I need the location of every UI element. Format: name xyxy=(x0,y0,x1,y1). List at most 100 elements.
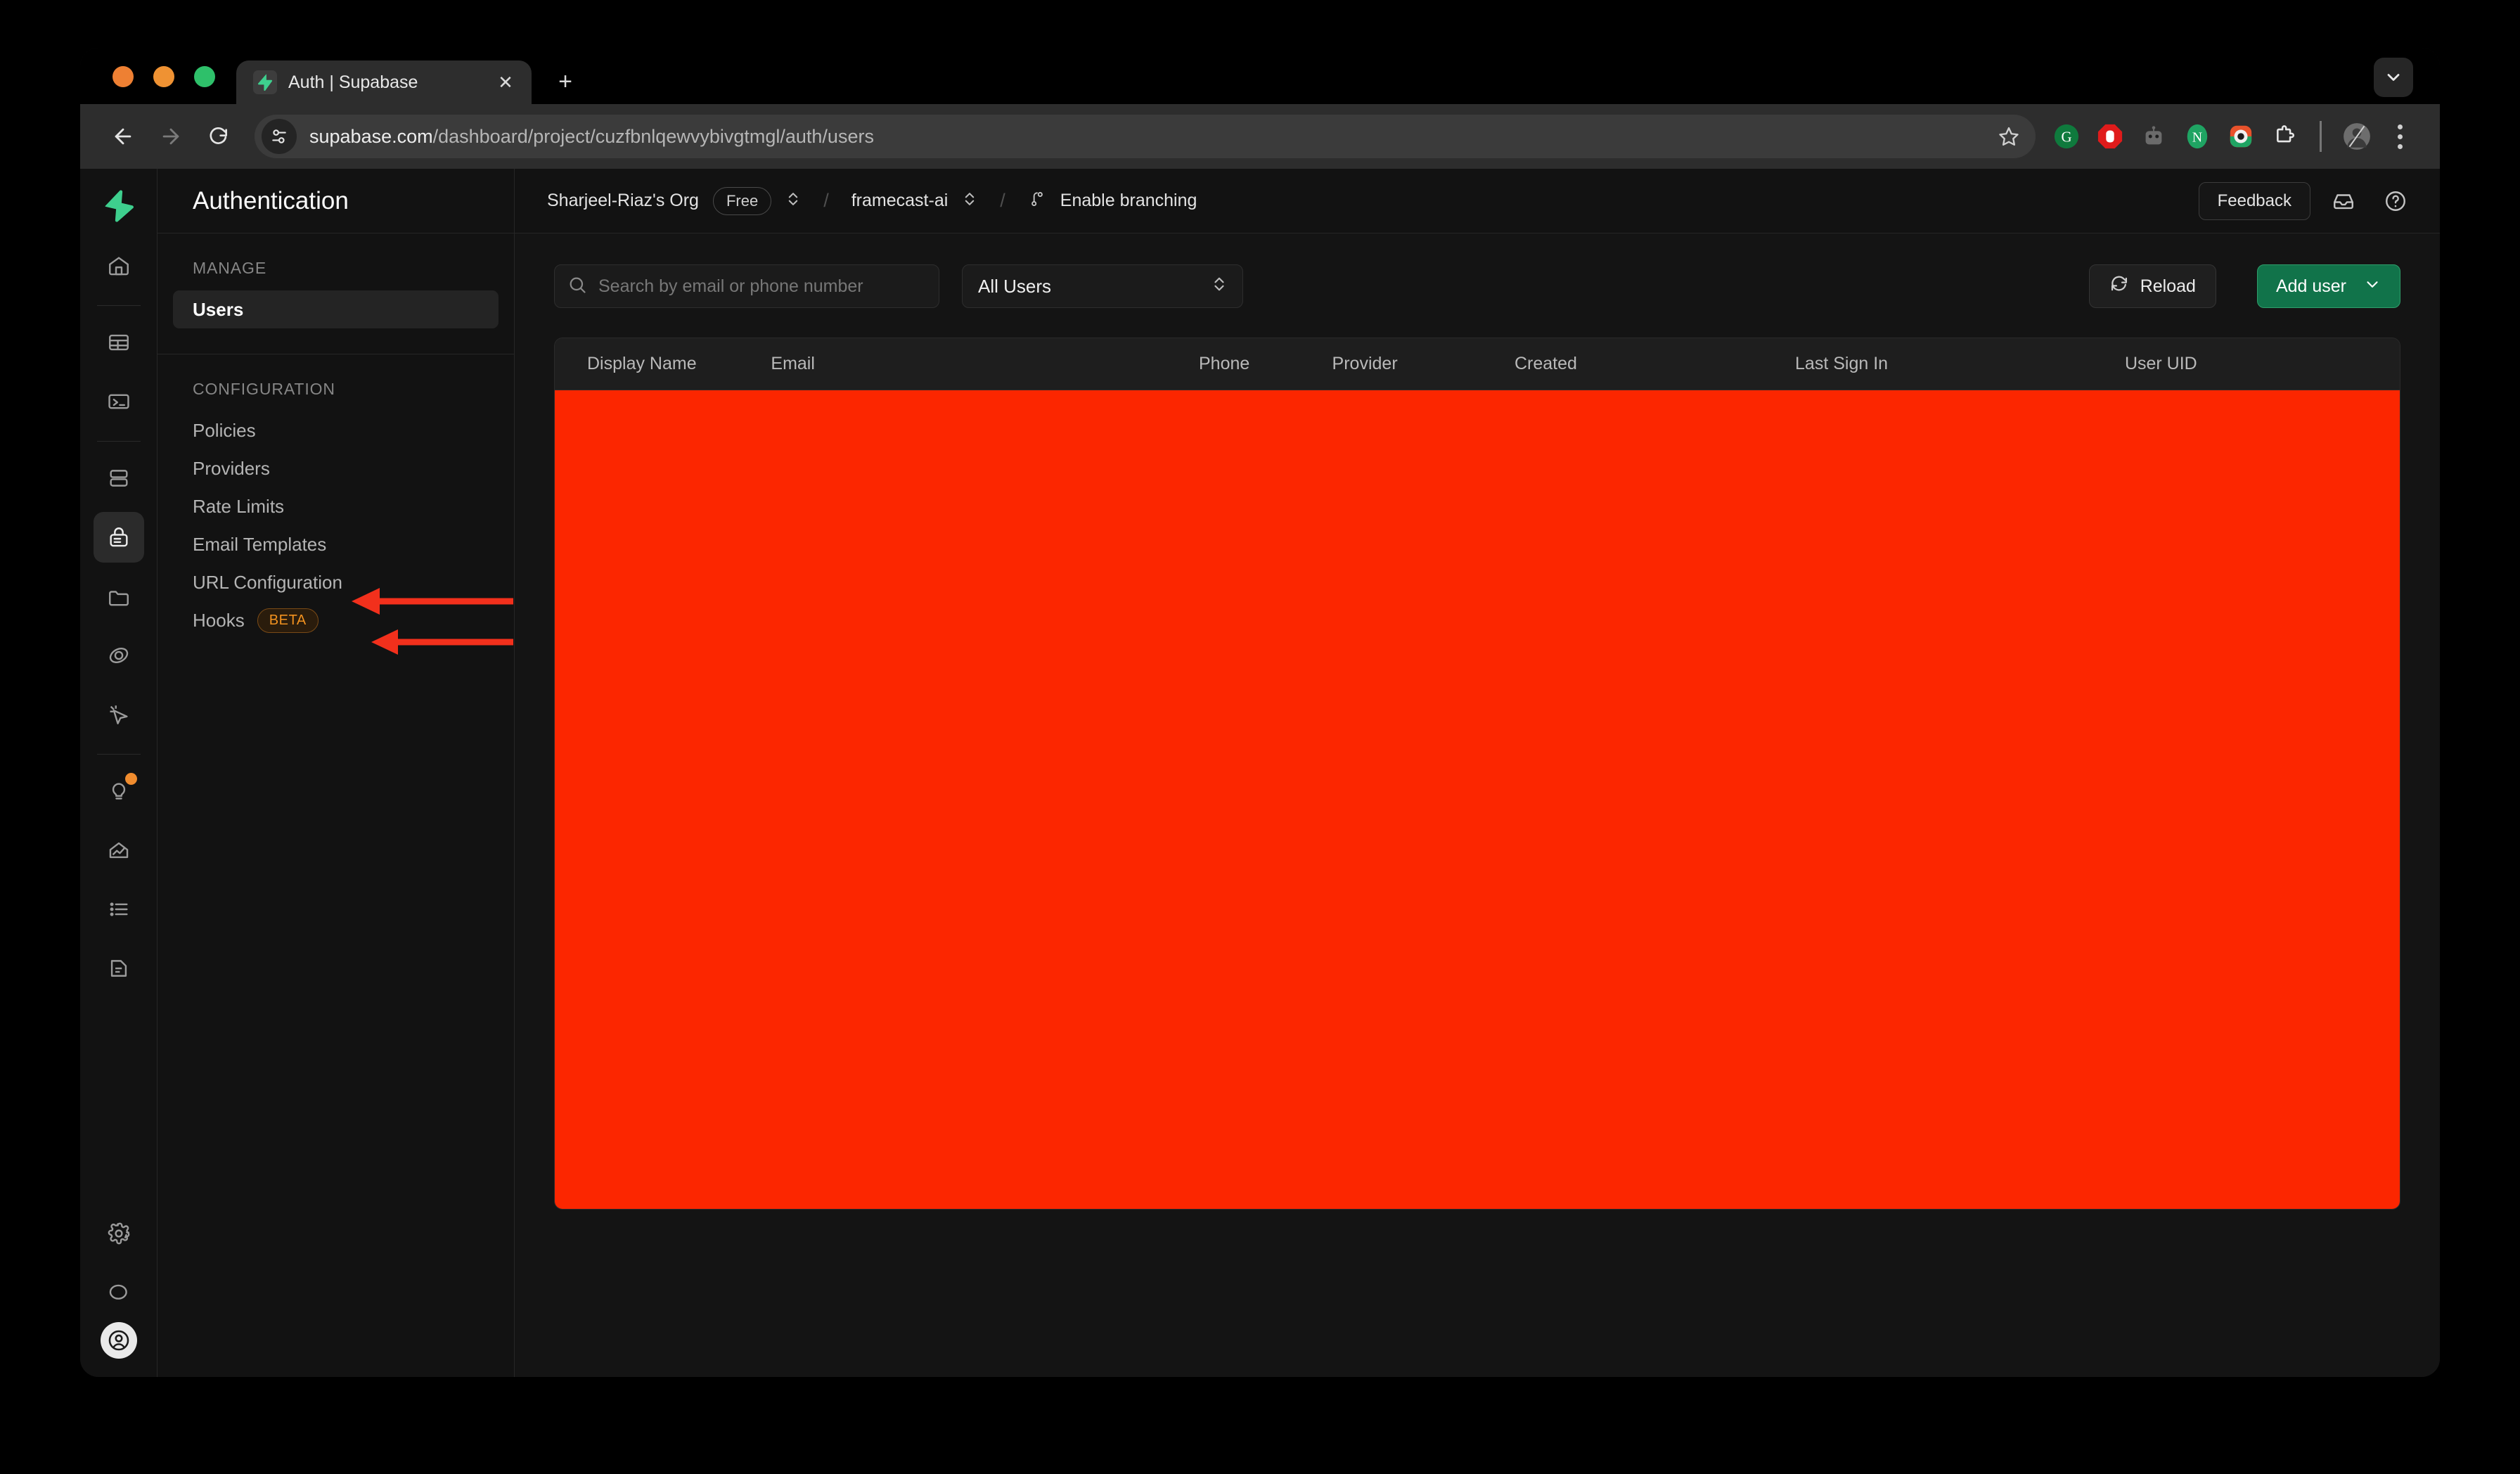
api-docs-icon[interactable] xyxy=(94,943,144,994)
arrow-right-icon[interactable] xyxy=(149,115,193,158)
status-badge: BETA xyxy=(257,608,319,633)
users-table: Display Name Email Phone Provider Create… xyxy=(554,338,2400,1210)
sidebar-item-policies[interactable]: Policies xyxy=(173,411,499,449)
rail-divider xyxy=(96,305,141,306)
logs-list-icon[interactable] xyxy=(94,884,144,935)
inbox-icon[interactable] xyxy=(2325,182,2362,220)
sidebar-section-configuration: CONFIGURATION Policies Providers Rate Li… xyxy=(158,354,514,639)
user-filter-select[interactable]: All Users xyxy=(962,264,1243,308)
add-user-label: Add user xyxy=(2275,276,2346,296)
column-header-provider[interactable]: Provider xyxy=(1327,354,1509,374)
chevron-updown-icon xyxy=(1211,274,1227,299)
supabase-logo-icon xyxy=(253,70,277,94)
home-icon[interactable] xyxy=(94,241,144,291)
column-header-display-name[interactable]: Display Name xyxy=(555,354,765,374)
reports-chart-icon[interactable] xyxy=(94,825,144,876)
profile-avatar-icon[interactable] xyxy=(2341,121,2372,152)
user-avatar-icon[interactable] xyxy=(100,1322,137,1359)
grammarly-extension-icon[interactable]: G xyxy=(2051,121,2082,152)
breadcrumb-separator: / xyxy=(1000,190,1005,211)
column-header-user-uid[interactable]: User UID xyxy=(2119,354,2400,374)
database-icon[interactable] xyxy=(94,453,144,504)
column-header-created[interactable]: Created xyxy=(1509,354,1789,374)
git-branch-icon[interactable] xyxy=(1028,189,1046,212)
sidebar-item-rate-limits[interactable]: Rate Limits xyxy=(173,487,499,525)
users-toolbar: All Users Reload Add user xyxy=(554,264,2400,308)
realtime-icon[interactable] xyxy=(94,689,144,740)
extensions-puzzle-icon[interactable] xyxy=(2269,121,2300,152)
chevron-down-icon[interactable] xyxy=(2374,58,2413,97)
browser-toolbar: supabase.com/dashboard/project/cuzfbnlqe… xyxy=(80,104,2440,169)
url-path: /dashboard/project/cuzfbnlqewvybivgtmgl/… xyxy=(432,125,874,147)
robot-extension-icon[interactable] xyxy=(2138,121,2169,152)
sidebar-section-manage: MANAGE Users xyxy=(158,233,514,328)
screen-recorder-extension-icon[interactable] xyxy=(2225,121,2256,152)
edge-functions-icon[interactable] xyxy=(94,630,144,681)
browser-window: Auth | Supabase ✕ + supabase.com/dashboa… xyxy=(80,48,2440,1377)
svg-text:N: N xyxy=(2192,130,2202,146)
add-user-button[interactable]: Add user xyxy=(2256,264,2400,308)
rail-divider xyxy=(96,754,141,755)
minimize-window-button[interactable] xyxy=(153,66,174,87)
plan-badge: Free xyxy=(712,186,772,215)
reload-label: Reload xyxy=(2140,276,2196,296)
storage-icon[interactable] xyxy=(94,571,144,622)
sidebar-item-providers[interactable]: Providers xyxy=(173,449,499,487)
chevron-updown-icon[interactable] xyxy=(962,190,977,212)
breadcrumb-separator: / xyxy=(823,190,829,211)
main-content: Sharjeel-Riaz's Org Free / framecast-ai … xyxy=(515,169,2440,1377)
kebab-menu-icon[interactable] xyxy=(2384,117,2416,156)
search-input[interactable] xyxy=(598,276,926,297)
breadcrumb-org[interactable]: Sharjeel-Riaz's Org xyxy=(547,191,699,211)
sidebar-section-label: CONFIGURATION xyxy=(193,380,335,398)
search-icon xyxy=(567,275,587,298)
breadcrumb-project[interactable]: framecast-ai xyxy=(851,191,949,211)
search-input-wrapper[interactable] xyxy=(554,264,939,308)
window-controls[interactable] xyxy=(80,66,215,104)
help-circle-icon[interactable] xyxy=(2377,182,2415,220)
close-window-button[interactable] xyxy=(112,66,134,87)
star-icon[interactable] xyxy=(1989,117,2029,156)
sql-editor-icon[interactable] xyxy=(94,376,144,427)
sidebar-item-label: Rate Limits xyxy=(193,495,285,517)
column-header-email[interactable]: Email xyxy=(765,354,1193,374)
users-page: All Users Reload Add user xyxy=(515,233,2440,1377)
enable-branching-link[interactable]: Enable branching xyxy=(1060,191,1197,211)
user-filter-value: All Users xyxy=(978,275,1052,297)
sidebar-item-label: URL Configuration xyxy=(193,571,342,593)
authentication-lock-icon[interactable] xyxy=(93,512,144,563)
url-text: supabase.com/dashboard/project/cuzfbnlqe… xyxy=(309,126,1989,148)
address-bar[interactable]: supabase.com/dashboard/project/cuzfbnlqe… xyxy=(255,115,2036,158)
sidebar-item-url-configuration[interactable]: URL Configuration xyxy=(173,563,499,601)
feedback-button[interactable]: Feedback xyxy=(2198,181,2310,220)
sidebar-item-users[interactable]: Users xyxy=(173,290,499,328)
reload-button[interactable]: Reload xyxy=(2088,264,2216,308)
page-title: Authentication xyxy=(158,169,514,233)
site-settings-icon[interactable] xyxy=(262,119,297,154)
browser-tab[interactable]: Auth | Supabase ✕ xyxy=(236,60,532,104)
arrow-left-icon[interactable] xyxy=(101,115,145,158)
search-icon[interactable] xyxy=(94,1267,144,1318)
sidebar-item-label: Hooks xyxy=(193,609,245,631)
close-icon[interactable]: ✕ xyxy=(494,70,518,94)
reload-icon[interactable] xyxy=(197,115,240,158)
adblock-extension-icon[interactable] xyxy=(2095,121,2126,152)
advisors-lightbulb-icon[interactable] xyxy=(94,766,144,816)
new-tab-button[interactable]: + xyxy=(548,65,582,98)
column-header-last-sign-in[interactable]: Last Sign In xyxy=(1789,354,2119,374)
column-header-phone[interactable]: Phone xyxy=(1193,354,1327,374)
sidebar-section-label: MANAGE xyxy=(193,259,267,277)
extension-icons: G N xyxy=(2051,121,2372,152)
sidebar-item-email-templates[interactable]: Email Templates xyxy=(173,525,499,563)
chevron-updown-icon[interactable] xyxy=(785,190,801,212)
sidebar-item-label: Email Templates xyxy=(193,533,327,555)
maximize-window-button[interactable] xyxy=(194,66,215,87)
sidebar-item-hooks[interactable]: Hooks BETA xyxy=(173,601,499,639)
supabase-logo-icon[interactable] xyxy=(94,184,144,228)
chevron-down-icon xyxy=(2363,275,2381,298)
notification-badge xyxy=(124,773,137,785)
notion-extension-icon[interactable]: N xyxy=(2182,121,2213,152)
table-editor-icon[interactable] xyxy=(94,317,144,368)
settings-gear-icon[interactable] xyxy=(94,1208,144,1259)
tab-title: Auth | Supabase xyxy=(288,72,418,92)
